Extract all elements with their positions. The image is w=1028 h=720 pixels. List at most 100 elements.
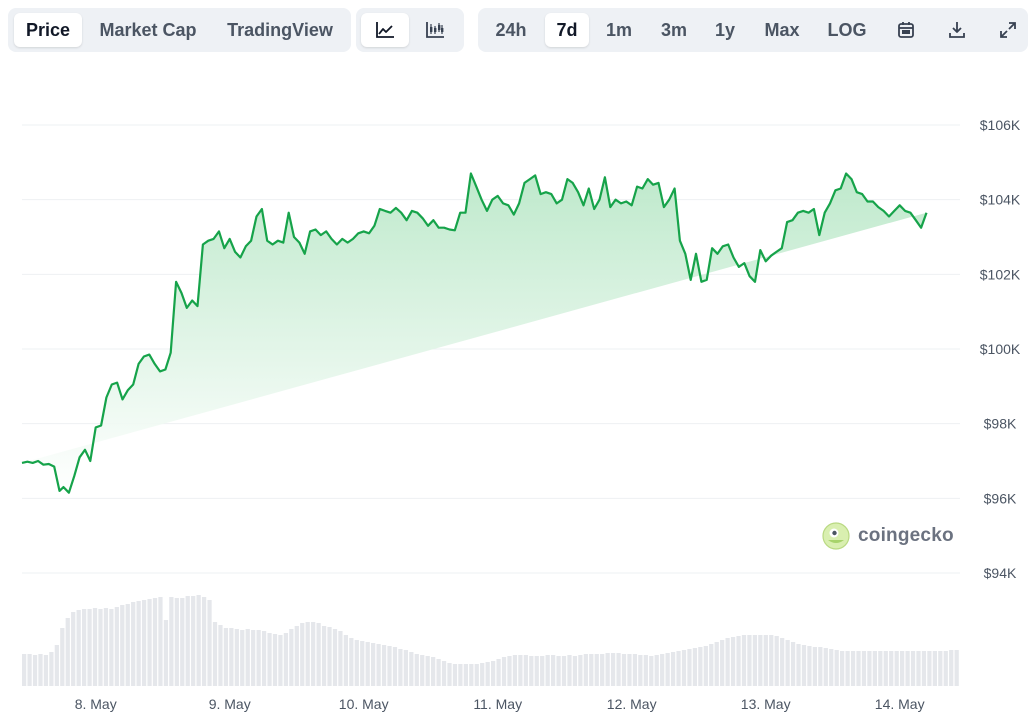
- volume-bar: [845, 651, 850, 686]
- volume-bar: [229, 628, 234, 686]
- volume-bar: [932, 651, 937, 686]
- range-24h[interactable]: 24h: [484, 13, 538, 47]
- volume-bar: [234, 629, 239, 686]
- volume-bar: [38, 654, 43, 686]
- volume-bar: [698, 647, 703, 686]
- volume-bar: [687, 649, 692, 686]
- volume-bar: [545, 655, 550, 686]
- range-max[interactable]: Max: [754, 13, 810, 47]
- volume-bar: [414, 654, 419, 686]
- chart-toolbar: Price Market Cap TradingView 24h 7d 1m 3…: [0, 0, 1028, 60]
- volume-bar: [954, 650, 959, 686]
- volume-bar: [681, 650, 687, 686]
- volume-bar: [387, 646, 392, 686]
- volume-bar: [22, 654, 27, 686]
- volume-bar: [316, 623, 321, 686]
- volume-bar: [120, 605, 125, 686]
- volume-bar: [371, 643, 376, 686]
- coingecko-watermark: coingecko: [822, 522, 954, 550]
- volume-bar: [278, 635, 283, 686]
- volume-bar: [670, 652, 676, 686]
- volume-bar: [381, 645, 387, 686]
- y-tick-label: $96K: [984, 490, 1017, 506]
- volume-bar: [441, 661, 447, 686]
- volume-bar: [627, 654, 632, 686]
- volume-bar: [343, 635, 349, 686]
- volume-bar: [141, 600, 147, 686]
- volume-bar: [616, 653, 621, 686]
- volume-bar: [158, 597, 163, 686]
- volume-bar: [87, 609, 92, 686]
- volume-bar: [589, 654, 594, 686]
- volume-bar: [54, 645, 59, 686]
- volume-bar: [785, 640, 790, 686]
- volume-bar: [850, 651, 856, 686]
- volume-bar: [43, 655, 49, 686]
- y-tick-label: $106K: [980, 117, 1021, 133]
- range-3m[interactable]: 3m: [649, 13, 699, 47]
- volume-bar: [125, 604, 130, 686]
- volume-bar: [109, 609, 114, 686]
- volume-bar: [665, 653, 670, 686]
- view-tab-group: Price Market Cap TradingView: [8, 8, 351, 52]
- volume-bar: [218, 625, 223, 686]
- download-icon[interactable]: [933, 13, 981, 47]
- volume-bar: [900, 651, 905, 686]
- volume-bar: [240, 630, 245, 686]
- x-tick-label: 12. May: [607, 696, 657, 712]
- volume-bar: [578, 655, 583, 686]
- volume-bar: [703, 646, 708, 686]
- x-tick-label: 10. May: [339, 696, 389, 712]
- range-1y[interactable]: 1y: [704, 13, 746, 47]
- volume-bar: [223, 628, 229, 686]
- volume-bar: [65, 618, 70, 686]
- grid-lines: [22, 124, 960, 574]
- volume-bar: [692, 648, 698, 686]
- scale-log[interactable]: LOG: [818, 13, 876, 47]
- expand-icon[interactable]: [984, 13, 1028, 47]
- volume-bar: [409, 652, 414, 686]
- tab-tradingview[interactable]: TradingView: [216, 13, 344, 47]
- volume-bar: [458, 664, 463, 686]
- volume-bar: [436, 659, 441, 686]
- range-1m[interactable]: 1m: [596, 13, 642, 47]
- volume-bar: [540, 656, 545, 686]
- volume-bar: [272, 634, 278, 686]
- volume-bar: [501, 657, 507, 686]
- volume-bar: [812, 647, 818, 686]
- volume-bar: [152, 598, 158, 686]
- volume-bar: [191, 596, 196, 686]
- volume-bar: [720, 640, 725, 686]
- volume-bar: [261, 631, 267, 686]
- volume-bar: [916, 651, 921, 686]
- volume-bar: [774, 636, 779, 686]
- volume-bar: [256, 630, 261, 686]
- volume-bar: [943, 651, 948, 686]
- chart-type-group: [356, 8, 464, 52]
- volume-bar: [392, 647, 398, 686]
- volume-bar: [518, 655, 523, 686]
- volume-bar: [905, 651, 910, 686]
- watermark-text: coingecko: [858, 525, 954, 546]
- tab-market-cap[interactable]: Market Cap: [92, 13, 204, 47]
- volume-bar: [365, 642, 370, 686]
- volume-bar: [741, 635, 747, 686]
- volume-bar: [480, 663, 485, 686]
- volume-bar: [485, 662, 490, 686]
- volume-bar: [425, 656, 430, 686]
- volume-bar: [780, 638, 785, 686]
- volume-bar: [300, 623, 305, 686]
- candlestick-chart-icon[interactable]: [411, 13, 459, 47]
- volume-bar: [360, 641, 365, 686]
- tab-price[interactable]: Price: [14, 13, 82, 47]
- line-chart-icon[interactable]: [361, 13, 409, 47]
- volume-bar: [60, 628, 65, 686]
- volume-bar: [818, 647, 823, 686]
- range-7d[interactable]: 7d: [545, 13, 589, 47]
- volume-bar: [621, 654, 627, 686]
- volume-bar: [512, 655, 518, 686]
- volume-bar: [507, 656, 512, 686]
- volume-bar: [463, 664, 468, 686]
- volume-bar: [921, 651, 927, 686]
- calendar-icon[interactable]: [882, 13, 930, 47]
